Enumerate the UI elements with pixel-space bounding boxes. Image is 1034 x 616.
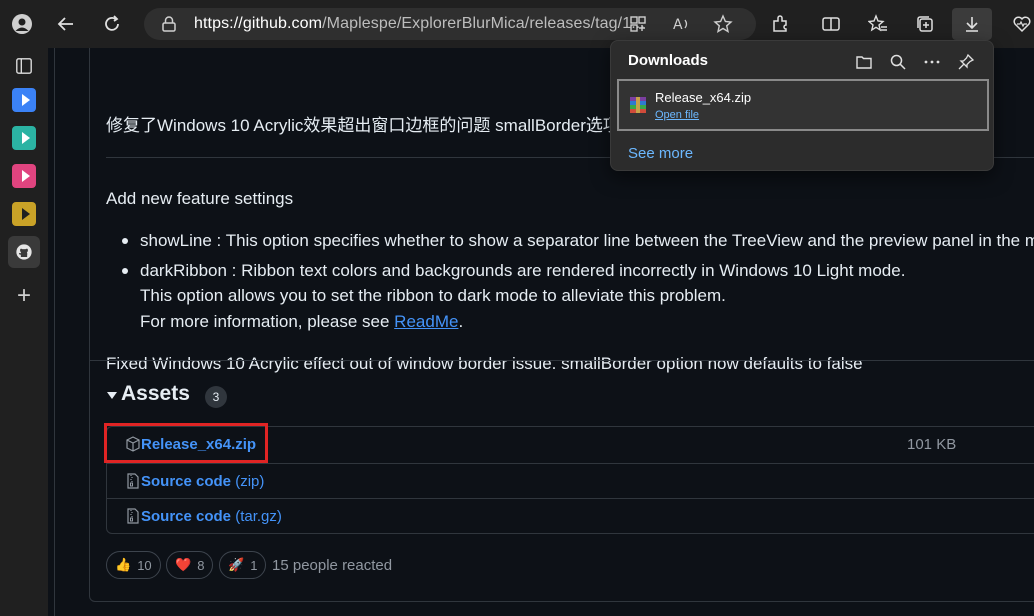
refresh-icon[interactable] — [96, 8, 128, 40]
pin-icon[interactable] — [953, 49, 979, 75]
asset-name[interactable]: Source code — [141, 508, 231, 525]
lock-icon[interactable] — [160, 15, 178, 33]
grid-icon[interactable] — [628, 14, 648, 34]
assets-count-badge: 3 — [205, 386, 227, 408]
assets-heading[interactable]: Assets — [121, 382, 190, 406]
asset-format[interactable]: (tar.gz) — [231, 508, 282, 525]
thumbs-up-icon: 👍 — [115, 557, 132, 572]
search-icon[interactable] — [885, 49, 911, 75]
sidebar-item-tab-teal[interactable] — [10, 124, 38, 152]
chinese-note: 修复了Windows 10 Acrylic效果超出窗口边框的问题 smallBo… — [106, 116, 620, 135]
svg-text:A: A — [673, 17, 683, 33]
readme-prefix: For more information, please see — [140, 312, 395, 331]
asset-link-source-zip[interactable]: Source code (zip) — [141, 473, 264, 490]
bullet-showline: showLine : This option specifies whether… — [140, 231, 1034, 250]
browser-window: https://github.com/Maplespe/ExplorerBlur… — [0, 0, 1034, 616]
vertical-tab-strip: + — [0, 48, 48, 616]
file-zip-icon — [127, 508, 139, 524]
asset-name[interactable]: Source code — [141, 473, 231, 490]
readme-line: For more information, please see ReadMe. — [140, 312, 463, 332]
extensions-icon[interactable] — [764, 8, 796, 40]
reaction-heart[interactable]: ❤️ 8 — [166, 551, 214, 579]
github-icon — [16, 244, 32, 260]
asset-row[interactable]: Source code (tar.gz) — [107, 498, 1034, 533]
downloads-flyout: Downloads Release_x64.zip Open file See … — [610, 40, 994, 171]
folder-icon[interactable] — [851, 49, 877, 75]
split-screen-icon[interactable] — [815, 8, 847, 40]
reaction-rocket[interactable]: 🚀 1 — [219, 551, 267, 579]
rocket-icon: 🚀 — [228, 557, 245, 572]
favorite-star-icon[interactable] — [713, 14, 733, 34]
readme-link[interactable]: ReadMe — [394, 312, 458, 331]
sidebar-item-tab-blue[interactable] — [10, 86, 38, 114]
bullet-dot — [122, 238, 128, 244]
read-aloud-icon[interactable]: A — [671, 14, 691, 34]
profile-icon[interactable] — [6, 8, 38, 40]
bullet-darkribbon: darkRibbon : Ribbon text colors and back… — [140, 261, 906, 280]
add-tab-label: + — [16, 282, 31, 309]
heart-icon[interactable] — [1006, 8, 1034, 40]
back-icon[interactable] — [50, 8, 82, 40]
asset-row[interactable]: Source code (zip) — [107, 463, 1034, 498]
fixed-note: Fixed Windows 10 Acrylic effect out of w… — [106, 354, 863, 373]
see-more-link[interactable]: See more — [628, 145, 693, 162]
archive-file-icon — [630, 97, 646, 113]
sidebar-item-tab-yellow[interactable] — [10, 200, 38, 228]
reactions-summary: 15 people reacted — [272, 557, 393, 574]
asset-format[interactable]: (zip) — [231, 473, 264, 490]
bullet-darkribbon-detail: This option allows you to set the ribbon… — [140, 286, 726, 305]
reaction-thumbs-up[interactable]: 👍 10 — [106, 551, 161, 579]
feature-heading: Add new feature settings — [106, 189, 294, 208]
download-file-name: Release_x64.zip — [655, 90, 752, 105]
add-tab-button[interactable]: + — [10, 282, 38, 310]
reaction-count: 10 — [137, 557, 152, 573]
reaction-count: 8 — [197, 557, 205, 573]
highlight-box — [104, 423, 268, 463]
sidebar-item-github[interactable] — [8, 236, 40, 268]
downloads-icon[interactable] — [952, 8, 992, 40]
caret-down-icon[interactable] — [107, 392, 117, 399]
file-zip-icon — [127, 473, 139, 489]
divider — [89, 360, 1034, 361]
download-item[interactable]: Release_x64.zip Open file — [617, 79, 989, 131]
open-file-link[interactable]: Open file — [655, 109, 699, 121]
url-text[interactable]: https://github.com/Maplespe/ExplorerBlur… — [194, 15, 645, 33]
asset-size: 101 KB — [907, 436, 957, 453]
heart-emoji-icon: ❤️ — [175, 557, 192, 572]
reaction-count: 1 — [250, 557, 258, 573]
bullet-dot — [122, 268, 128, 274]
sidebar-item-tab-pink[interactable] — [10, 162, 38, 190]
more-options-icon[interactable] — [919, 49, 945, 75]
favorites-icon[interactable] — [862, 8, 894, 40]
collections-icon[interactable] — [909, 8, 941, 40]
asset-link-source-targz[interactable]: Source code (tar.gz) — [141, 508, 282, 525]
downloads-title: Downloads — [628, 52, 709, 69]
address-bar[interactable]: https://github.com/Maplespe/ExplorerBlur… — [144, 8, 756, 40]
tab-actions-icon[interactable] — [10, 52, 38, 80]
readme-suffix: . — [458, 312, 464, 331]
